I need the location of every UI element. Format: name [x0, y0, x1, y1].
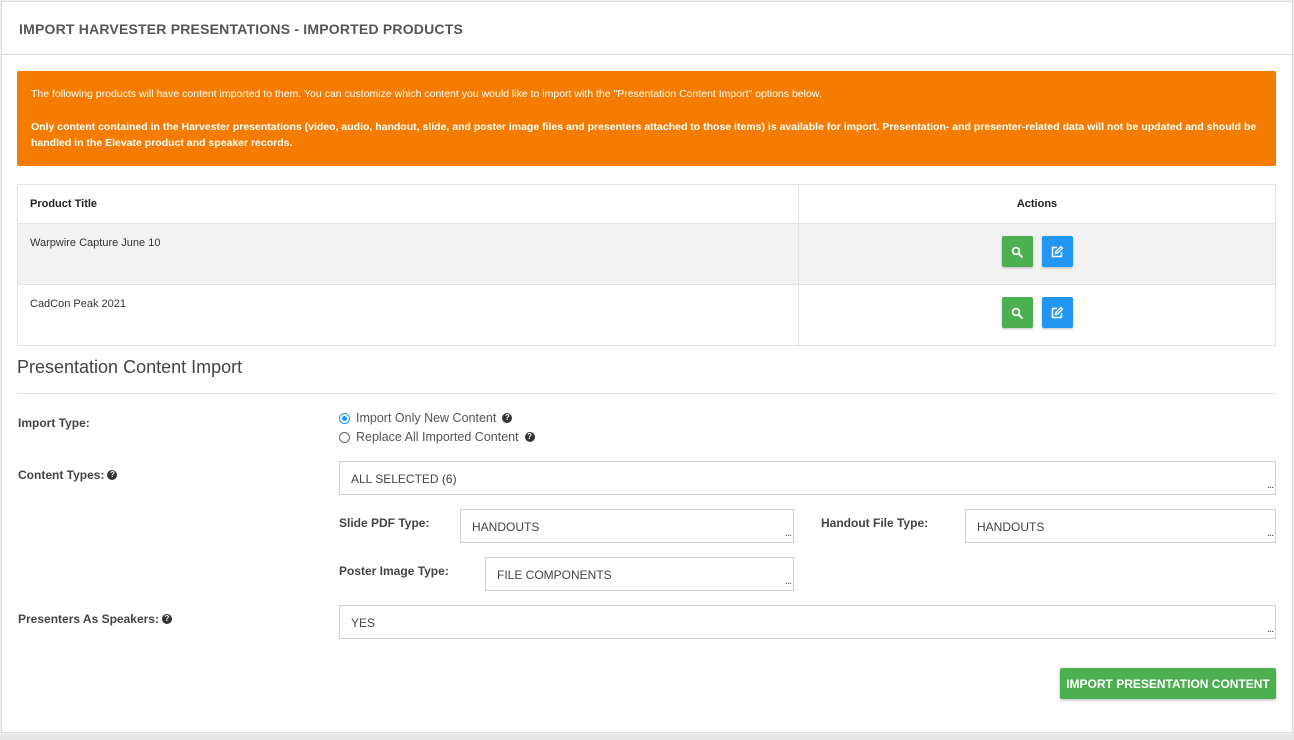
import-type-label: Import Type: [18, 416, 90, 430]
help-icon[interactable]: ? [107, 470, 118, 480]
handout-file-label-text: Handout File Type: [821, 516, 929, 530]
select-value: HANDOUTS [472, 520, 540, 534]
help-icon[interactable]: ? [161, 614, 172, 624]
search-icon [1011, 246, 1023, 258]
radio-button[interactable] [339, 431, 350, 443]
products-table: Product Title Actions Warpwire Capture J… [17, 184, 1276, 346]
select-value: YES [351, 616, 376, 630]
alert-text: The following products will have content… [31, 88, 822, 100]
dropdown-indicator: ... [1266, 479, 1274, 491]
view-button[interactable] [1001, 297, 1033, 328]
column-header-product-title: Product Title [18, 185, 799, 223]
content-types-label-text: Content Types: [18, 468, 105, 482]
product-title-cell: CadCon Peak 2021 [18, 285, 799, 345]
presenters-label: Presenters As Speakers: ? [18, 612, 172, 626]
column-header-actions: Actions [1016, 198, 1058, 210]
table-header-row: Product Title Actions [18, 185, 1275, 223]
dropdown-indicator: ... [1266, 623, 1274, 635]
page-title: IMPORT HARVESTER PRESENTATIONS - IMPORTE… [2, 2, 1292, 55]
handout-file-select[interactable]: HANDOUTS ... [965, 509, 1276, 543]
poster-image-label: Poster Image Type: [339, 564, 449, 578]
dropdown-indicator: ... [784, 527, 792, 539]
radio-import-new[interactable]: Import Only New Content ? [339, 411, 513, 425]
poster-image-select[interactable]: FILE COMPONENTS ... [485, 557, 794, 591]
radio-label: Replace All Imported Content [356, 430, 519, 444]
actions-cell [799, 285, 1275, 345]
dropdown-indicator: ... [784, 575, 792, 587]
slide-pdf-label: Slide PDF Type: [339, 516, 429, 530]
import-type-label-text: Import Type: [18, 416, 90, 430]
slide-pdf-select[interactable]: HANDOUTS ... [460, 509, 794, 543]
product-title-cell: Warpwire Capture June 10 [18, 224, 799, 284]
view-button[interactable] [1001, 236, 1033, 267]
edit-icon [1051, 306, 1064, 318]
presenters-select[interactable]: YES ... [339, 605, 1276, 639]
edit-button[interactable] [1041, 297, 1073, 328]
import-presentation-content-button[interactable]: IMPORT PRESENTATION CONTENT [1060, 668, 1276, 699]
radio-replace-all[interactable]: Replace All Imported Content ? [339, 430, 535, 444]
handout-file-label: Handout File Type: [821, 516, 928, 530]
page-footer-strip [0, 734, 1294, 740]
radio-label: Import Only New Content [356, 411, 497, 425]
select-value: HANDOUTS [977, 520, 1045, 534]
edit-button[interactable] [1041, 236, 1073, 267]
section-divider [17, 393, 1276, 394]
table-row: CadCon Peak 2021 [18, 284, 1275, 345]
help-icon[interactable]: ? [502, 413, 513, 423]
content-types-select[interactable]: ALL SELECTED (6) ... [339, 461, 1276, 495]
select-value: ALL SELECTED (6) [351, 472, 457, 486]
info-alert: The following products will have content… [17, 71, 1276, 166]
dropdown-indicator: ... [1266, 527, 1274, 539]
table-row: Warpwire Capture June 10 [18, 223, 1275, 284]
slide-pdf-label-text: Slide PDF Type: [339, 516, 430, 530]
search-icon [1011, 307, 1023, 319]
poster-image-label-text: Poster Image Type: [339, 564, 449, 578]
section-title: Presentation Content Import [17, 357, 243, 377]
presenters-label-text: Presenters As Speakers: [18, 612, 159, 626]
radio-button-selected[interactable] [339, 412, 350, 424]
content-types-label: Content Types: ? [18, 468, 118, 482]
select-value: FILE COMPONENTS [497, 568, 612, 582]
actions-cell [799, 224, 1275, 284]
edit-icon [1051, 245, 1064, 257]
help-icon[interactable]: ? [524, 432, 535, 442]
alert-bold-text: Only content contained in the Harvester … [31, 121, 1257, 149]
